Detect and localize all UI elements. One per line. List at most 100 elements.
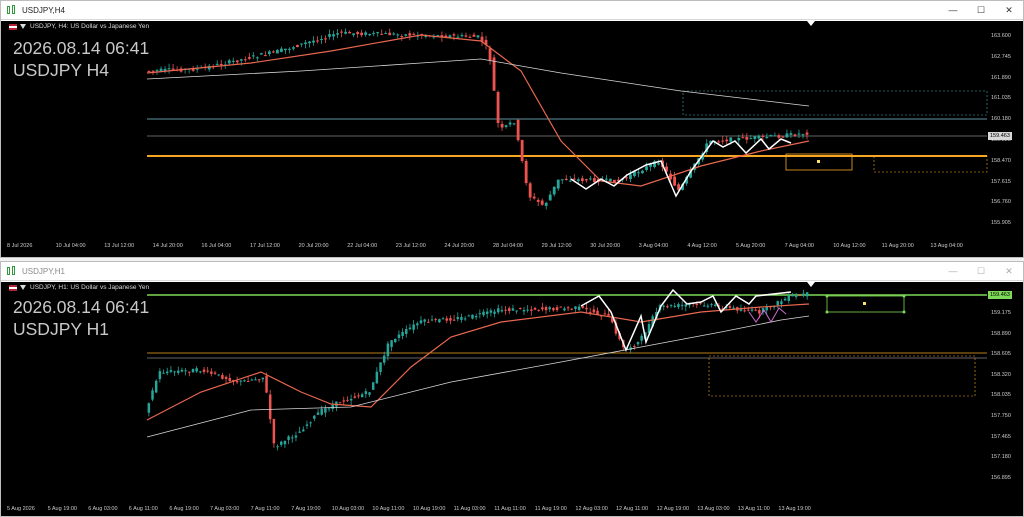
price-chart[interactable]: [1, 21, 1023, 257]
candle-body: [532, 196, 536, 199]
time-axis-label: 11 Aug 11:00: [494, 506, 526, 512]
candle-body: [741, 137, 745, 139]
dropdown-icon[interactable]: [20, 24, 26, 29]
info-datetime: 2026.08.14 06:41: [13, 297, 150, 317]
candle-body: [434, 318, 437, 320]
candle-body: [243, 59, 247, 61]
time-axis-label: 13 Aug 11:00: [737, 506, 770, 512]
chart-window-h4[interactable]: USDJPY,H4 — ☐ ✕ USDJPY, H4: US Dollar vs…: [0, 0, 1024, 258]
time-axis-label: 7 Aug 19:00: [291, 506, 321, 512]
candle-body: [713, 304, 717, 306]
candle-body: [548, 307, 551, 310]
candle-body: [793, 134, 797, 136]
candle-body: [267, 51, 271, 55]
candle-body: [336, 33, 339, 35]
candle-body: [695, 303, 699, 305]
candle-body: [504, 125, 508, 128]
candle-body: [360, 394, 364, 398]
price-chart[interactable]: [1, 282, 1023, 516]
candle-body: [563, 308, 566, 311]
candle-body: [515, 310, 518, 312]
candle-body: [471, 314, 474, 319]
candle-body: [581, 306, 585, 308]
time-axis-label: 4 Aug 12:00: [687, 243, 717, 249]
candle-body: [662, 305, 665, 307]
candle-body: [604, 178, 608, 180]
flag-icon: [9, 284, 17, 291]
candle-body: [346, 399, 349, 401]
chart-canvas[interactable]: USDJPY, H1: US Dollar vs Japanese Yen 20…: [1, 282, 1023, 516]
candle-body: [478, 313, 482, 315]
candle-body: [271, 51, 275, 53]
minimize-button[interactable]: —: [939, 262, 967, 281]
window-title: USDJPY,H1: [22, 266, 65, 276]
candle-body: [300, 43, 303, 45]
zone-handle: [902, 294, 906, 298]
candle-body: [787, 295, 791, 302]
candle-body: [445, 318, 448, 321]
moving-average-fast: [146, 34, 810, 187]
candle-body: [324, 408, 327, 413]
price-axis-label: 161.890: [991, 74, 1011, 81]
title-bar[interactable]: USDJPY,H1 — ☐ ✕: [1, 262, 1023, 281]
close-button[interactable]: ✕: [995, 1, 1023, 20]
candle-body: [239, 59, 243, 61]
chart-canvas[interactable]: USDJPY, H4: US Dollar vs Japanese Yen 20…: [1, 21, 1023, 257]
candle-body: [344, 31, 348, 34]
candle-body: [798, 295, 802, 297]
candle-body: [548, 194, 552, 201]
candle-body: [251, 55, 255, 57]
candle-body: [580, 178, 584, 181]
candle-body: [147, 403, 151, 413]
maximize-button[interactable]: ☐: [967, 262, 995, 281]
dropdown-icon[interactable]: [20, 285, 26, 290]
candle-body: [492, 57, 496, 91]
candle-body: [356, 32, 360, 35]
title-bar[interactable]: USDJPY,H4 — ☐ ✕: [1, 1, 1023, 20]
maximize-button[interactable]: ☐: [967, 1, 995, 20]
candle-body: [677, 304, 680, 308]
candle-body: [412, 33, 416, 35]
candle-body: [416, 323, 419, 326]
candle-body: [316, 412, 320, 415]
time-axis-label: 12 Aug 19:00: [656, 506, 690, 512]
candle-body: [348, 31, 352, 34]
price-axis-label: 158.320: [991, 371, 1011, 378]
time-axis-label: 11 Aug 03:00: [453, 506, 486, 512]
candle-body: [357, 395, 360, 397]
candle-body: [165, 371, 169, 374]
candle-body: [489, 310, 493, 313]
candle-body: [577, 306, 581, 310]
info-symbol: USDJPY H4: [13, 60, 109, 80]
candle-body: [276, 446, 279, 448]
price-axis-label: 159.175: [991, 310, 1011, 316]
candle-body: [524, 160, 528, 184]
candle-body: [556, 179, 560, 189]
price-axis-label: 158.470: [991, 157, 1011, 164]
candle-body: [568, 180, 572, 182]
candle-body: [228, 377, 231, 382]
candle-body: [485, 311, 489, 314]
candle-body: [404, 34, 408, 36]
candle-body: [292, 47, 295, 49]
minimize-button[interactable]: —: [939, 1, 967, 20]
info-overlay: 2026.08.14 06:41 USDJPY H1: [13, 296, 149, 340]
time-axis-label: 13 Aug 04:00: [930, 243, 963, 249]
candle-body: [388, 32, 392, 36]
chart-subtitle: USDJPY, H1: US Dollar vs Japanese Yen: [9, 284, 149, 291]
candle-body: [754, 309, 757, 311]
candle-body: [340, 31, 343, 33]
candle-body: [188, 371, 191, 373]
time-axis-label: 13 Aug 03:00: [697, 506, 730, 512]
candle-body: [372, 32, 376, 34]
candle-body: [288, 48, 291, 50]
chart-window-h1[interactable]: USDJPY,H1 — ☐ ✕ USDJPY, H1: US Dollar vs…: [0, 261, 1024, 517]
chart-subtitle: USDJPY, H4: US Dollar vs Japanese Yen: [9, 23, 149, 30]
close-button[interactable]: ✕: [995, 262, 1023, 281]
candle-body: [493, 311, 496, 314]
time-axis-label: 12 Aug 11:00: [616, 506, 649, 512]
candle-body: [750, 309, 754, 311]
candle-body: [394, 338, 397, 343]
candle-body: [641, 170, 644, 174]
candle-body: [797, 133, 801, 135]
